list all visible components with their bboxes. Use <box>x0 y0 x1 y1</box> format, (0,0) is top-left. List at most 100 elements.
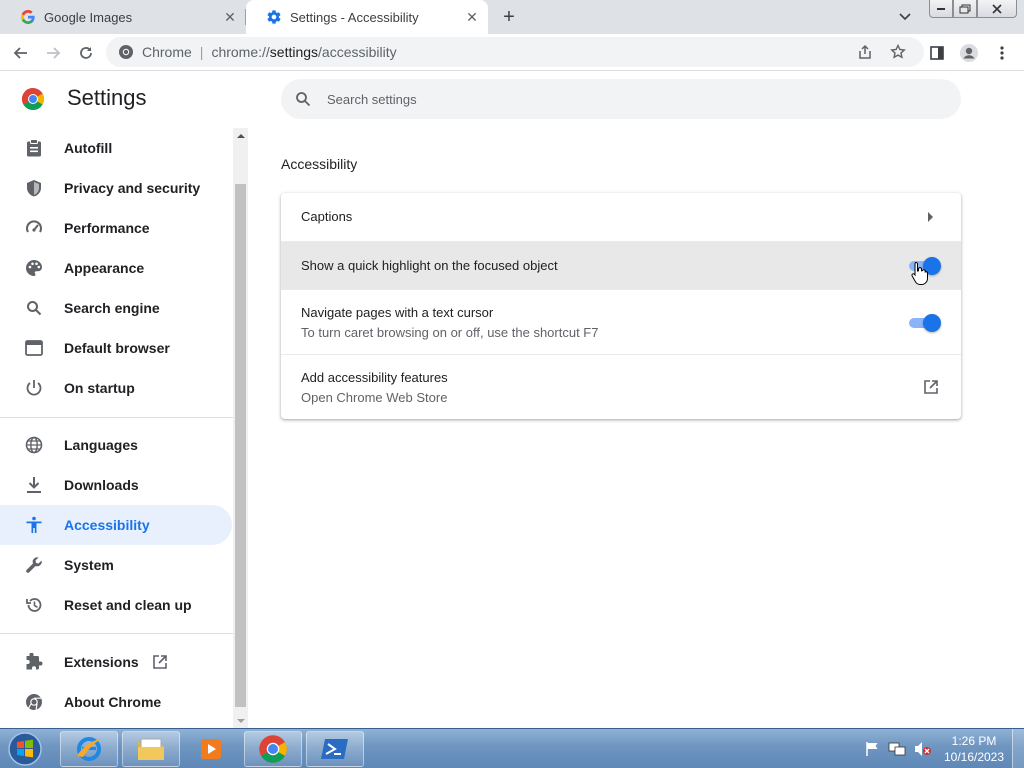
restore-button[interactable] <box>953 0 977 18</box>
row-label: Show a quick highlight on the focused ob… <box>301 258 558 273</box>
tab-settings-accessibility[interactable]: Settings - Accessibility ✕ <box>246 0 488 34</box>
share-icon[interactable] <box>853 40 877 64</box>
sidebar-item-default-browser[interactable]: Default browser <box>0 328 232 368</box>
sidebar-item-label: Privacy and security <box>64 180 201 196</box>
scroll-down-arrow-icon[interactable] <box>233 713 248 728</box>
search-input[interactable] <box>327 91 927 107</box>
sidebar-item-system[interactable]: System <box>0 545 232 585</box>
toggle-knob <box>923 314 941 332</box>
tab-search-chevron-icon[interactable] <box>894 6 916 28</box>
sidebar-item-label: Appearance <box>64 260 145 276</box>
sidebar-item-label: Accessibility <box>64 517 150 533</box>
sidebar-item-accessibility[interactable]: Accessibility <box>0 505 232 545</box>
caret-browsing-row[interactable]: Navigate pages with a text cursor To tur… <box>281 289 961 354</box>
internet-explorer-icon <box>77 737 101 761</box>
sidebar-item-privacy[interactable]: Privacy and security <box>0 168 232 208</box>
sidebar-item-label: Reset and clean up <box>64 597 192 613</box>
sidebar-item-label: On startup <box>64 380 135 396</box>
sidebar-item-on-startup[interactable]: On startup <box>0 368 232 408</box>
back-arrow-icon[interactable] <box>8 40 34 66</box>
show-desktop-button[interactable] <box>1012 729 1024 768</box>
page-title: Settings <box>67 85 147 110</box>
search-settings-box[interactable] <box>281 79 961 119</box>
settings-gear-icon <box>266 9 282 25</box>
sidebar-item-search-engine[interactable]: Search engine <box>0 288 232 328</box>
tab-google-images[interactable]: Google Images ✕ <box>0 0 246 34</box>
row-sublabel: Open Chrome Web Store <box>301 390 448 405</box>
tab-title: Google Images <box>44 9 133 25</box>
sidebar-scrollbar[interactable] <box>233 128 248 728</box>
globe-icon <box>24 435 44 455</box>
windows-start-icon[interactable] <box>4 731 46 767</box>
address-bar[interactable]: Chrome | chrome://settings/accessibility <box>106 37 924 67</box>
new-tab-button[interactable]: + <box>497 5 521 29</box>
minimize-button[interactable] <box>929 0 953 18</box>
url-scheme: chrome:// <box>211 44 270 60</box>
more-menu-icon[interactable] <box>989 40 1015 66</box>
browser-toolbar: Chrome | chrome://settings/accessibility <box>0 34 1024 71</box>
search-icon <box>293 89 313 109</box>
profile-avatar-icon[interactable] <box>956 40 982 66</box>
bookmark-star-icon[interactable] <box>886 40 910 64</box>
restore-icon <box>24 595 44 615</box>
row-label: Navigate pages with a text cursor <box>301 305 494 320</box>
taskbar-file-explorer[interactable] <box>122 731 180 767</box>
sidebar-item-extensions[interactable]: Extensions <box>0 642 232 682</box>
sidebar-item-autofill[interactable]: Autofill <box>0 128 232 168</box>
google-g-icon <box>20 9 36 25</box>
power-icon <box>24 378 44 398</box>
sidebar-item-label: System <box>64 557 114 573</box>
row-sublabel: To turn caret browsing on or off, use th… <box>301 325 599 340</box>
puzzle-icon <box>24 652 44 672</box>
sidebar-item-performance[interactable]: Performance <box>0 208 232 248</box>
sidebar-item-label: Search engine <box>64 300 160 316</box>
sidebar-item-label: Performance <box>64 220 150 236</box>
external-link-icon[interactable] <box>921 377 941 397</box>
clock-time: 1:26 PM <box>951 734 997 748</box>
taskbar-internet-explorer[interactable] <box>60 731 118 767</box>
chrome-logo-icon <box>21 87 45 111</box>
chrome-icon <box>259 735 287 763</box>
sidebar-divider <box>0 633 233 634</box>
system-tray <box>864 739 940 759</box>
sidebar-item-label: Languages <box>64 437 138 453</box>
speedometer-icon <box>24 218 44 238</box>
forward-arrow-icon[interactable] <box>40 40 66 66</box>
external-link-icon <box>151 653 169 671</box>
network-icon[interactable] <box>888 741 906 757</box>
sidebar-item-reset[interactable]: Reset and clean up <box>0 585 232 625</box>
reload-icon[interactable] <box>73 40 99 66</box>
chrome-icon <box>118 44 134 60</box>
taskbar-chrome[interactable] <box>244 731 302 767</box>
captions-row[interactable]: Captions <box>281 193 961 241</box>
clock-date: 10/16/2023 <box>943 750 1005 764</box>
powershell-icon <box>321 739 348 759</box>
sidebar-item-about-chrome[interactable]: About Chrome <box>0 682 232 722</box>
sidebar-item-appearance[interactable]: Appearance <box>0 248 232 288</box>
scroll-thumb[interactable] <box>235 184 246 707</box>
palette-icon <box>24 258 44 278</box>
sidebar-item-label: Default browser <box>64 340 170 356</box>
accessibility-icon <box>24 515 44 535</box>
sidebar-item-downloads[interactable]: Downloads <box>0 465 232 505</box>
taskbar-media-player[interactable] <box>182 731 240 767</box>
settings-sidebar: Autofill Privacy and security Performanc… <box>0 128 233 728</box>
action-center-flag-icon[interactable] <box>864 741 880 757</box>
close-icon[interactable]: ✕ <box>220 7 240 27</box>
focus-highlight-row[interactable]: Show a quick highlight on the focused ob… <box>281 241 961 289</box>
windows-taskbar: 1:26 PM 10/16/2023 <box>0 728 1024 768</box>
media-player-icon <box>201 739 221 759</box>
caret-browsing-toggle[interactable] <box>909 314 941 332</box>
close-icon[interactable]: ✕ <box>462 7 482 27</box>
side-panel-icon[interactable] <box>924 40 950 66</box>
window-close-button[interactable] <box>977 0 1017 18</box>
taskbar-powershell[interactable] <box>306 731 364 767</box>
scroll-up-arrow-icon[interactable] <box>233 128 248 143</box>
tab-strip: Google Images ✕ Settings - Accessibility… <box>0 0 1024 34</box>
sidebar-divider <box>0 417 233 418</box>
sidebar-item-languages[interactable]: Languages <box>0 425 232 465</box>
row-label: Captions <box>301 209 353 224</box>
add-accessibility-features-row[interactable]: Add accessibility features Open Chrome W… <box>281 354 961 419</box>
volume-muted-icon[interactable] <box>914 741 932 757</box>
taskbar-clock[interactable]: 1:26 PM 10/16/2023 <box>940 733 1008 765</box>
